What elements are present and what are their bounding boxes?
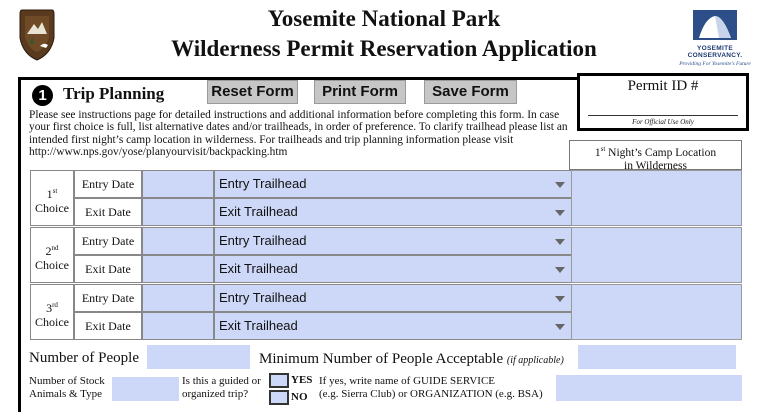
choice-3-camp-location-input[interactable] [571,284,742,340]
guided-no-checkbox[interactable] [269,390,289,405]
choice-2-entry-row: Entry Date Entry Trailhead [30,227,572,255]
chevron-down-icon[interactable] [555,210,565,216]
chevron-down-icon[interactable] [555,296,565,302]
guided-label-line2: organized trip? [182,388,249,400]
guide-service-line1: If yes, write name of GUIDE SERVICE [319,375,495,387]
exit-date-label: Exit Date [74,198,142,226]
permit-id-label: Permit ID # [627,78,699,94]
exit-date-label: Exit Date [74,255,142,283]
choice-1-exit-date-input[interactable] [142,198,214,226]
guide-service-input[interactable] [556,375,742,401]
minimum-people-label: Minimum Number of People Acceptable (if … [259,351,564,368]
camp-location-header: 1st Night’s Camp Location in Wilderness [569,140,742,172]
choice-2-exit-trailhead-select[interactable]: Exit Trailhead [214,255,572,283]
choice-1-entry-trailhead-select[interactable]: Entry Trailhead [214,170,572,198]
stock-label-line2: Animals & Type [29,388,102,400]
number-of-people-label: Number of People [29,350,139,366]
guided-yes-checkbox[interactable] [269,373,289,388]
stock-label-line1: Number of Stock [29,375,105,387]
minimum-people-input[interactable] [578,345,736,369]
instructions-text: Please see instructions page for detaile… [29,109,568,158]
choice-2-camp-location-input[interactable] [571,227,742,283]
exit-date-label: Exit Date [74,312,142,340]
logo-name: YOSEMITE CONSERVANCY. [687,45,743,59]
choice-1-exit-trailhead-value: Exit Trailhead [219,204,298,219]
if-applicable-note: (if applicable) [506,355,564,366]
guide-service-label: If yes, write name of GUIDE SERVICE (e.g… [319,375,543,401]
section-number-badge: 1 [32,85,53,106]
choice-2-exit-trailhead-value: Exit Trailhead [219,261,298,276]
choice-1-exit-trailhead-select[interactable]: Exit Trailhead [214,198,572,226]
chevron-down-icon[interactable] [555,182,565,188]
print-form-button[interactable]: Print Form [314,80,406,104]
half-dome-icon [693,10,737,40]
choice-3-entry-trailhead-value: Entry Trailhead [219,290,307,305]
chevron-down-icon[interactable] [555,324,565,330]
choice-1-entry-date-input[interactable] [142,170,214,198]
choice-3-entry-row: Entry Date Entry Trailhead [30,284,572,312]
choice-1-entry-row: Entry Date Entry Trailhead [30,170,572,198]
official-use-note: For Official Use Only [632,118,694,126]
choice-3-exit-trailhead-select[interactable]: Exit Trailhead [214,312,572,340]
choice-1-exit-row: Exit Date Exit Trailhead [30,198,572,226]
chevron-down-icon[interactable] [555,239,565,245]
choice-1-camp-location-input[interactable] [571,170,742,226]
camp-header-text1: Night’s Camp Location [605,146,717,159]
choice-3-exit-row: Exit Date Exit Trailhead [30,312,572,340]
reset-form-button[interactable]: Reset Form [207,80,298,104]
choice-2-exit-row: Exit Date Exit Trailhead [30,255,572,283]
stock-animals-input[interactable] [112,377,179,401]
choice-2-entry-date-input[interactable] [142,227,214,255]
form-title-line2: Wilderness Permit Reservation Applicatio… [171,36,597,61]
form-title-line1: Yosemite National Park [267,6,501,31]
entry-date-label: Entry Date [74,284,142,312]
guide-service-line2: (e.g. Sierra Club) or ORGANIZATION (e.g.… [319,388,543,400]
permit-id-line [588,115,738,116]
save-form-button[interactable]: Save Form [424,80,517,104]
minimum-people-text: Minimum Number of People Acceptable [259,351,504,367]
guided-no-label: NO [291,391,308,403]
guided-trip-label: Is this a guided or organized trip? [182,375,261,401]
guided-label-line1: Is this a guided or [182,375,261,387]
entry-date-label: Entry Date [74,227,142,255]
stock-animals-label: Number of Stock Animals & Type [29,375,105,401]
section-title: Trip Planning [63,84,165,103]
choice-2-entry-trailhead-select[interactable]: Entry Trailhead [214,227,572,255]
choice-2-entry-trailhead-value: Entry Trailhead [219,233,307,248]
number-of-people-input[interactable] [147,345,250,369]
choice-3-entry-trailhead-select[interactable]: Entry Trailhead [214,284,572,312]
choice-3-entry-date-input[interactable] [142,284,214,312]
choice-2-exit-date-input[interactable] [142,255,214,283]
chevron-down-icon[interactable] [555,267,565,273]
guided-yes-label: YES [291,374,313,386]
logo-tagline: Providing For Yosemite's Future [679,61,751,67]
entry-date-label: Entry Date [74,170,142,198]
yosemite-conservancy-logo: YOSEMITE CONSERVANCY. Providing For Yose… [672,10,758,68]
choice-3-exit-date-input[interactable] [142,312,214,340]
choice-1-entry-trailhead-value: Entry Trailhead [219,176,307,191]
choice-3-exit-trailhead-value: Exit Trailhead [219,318,298,333]
